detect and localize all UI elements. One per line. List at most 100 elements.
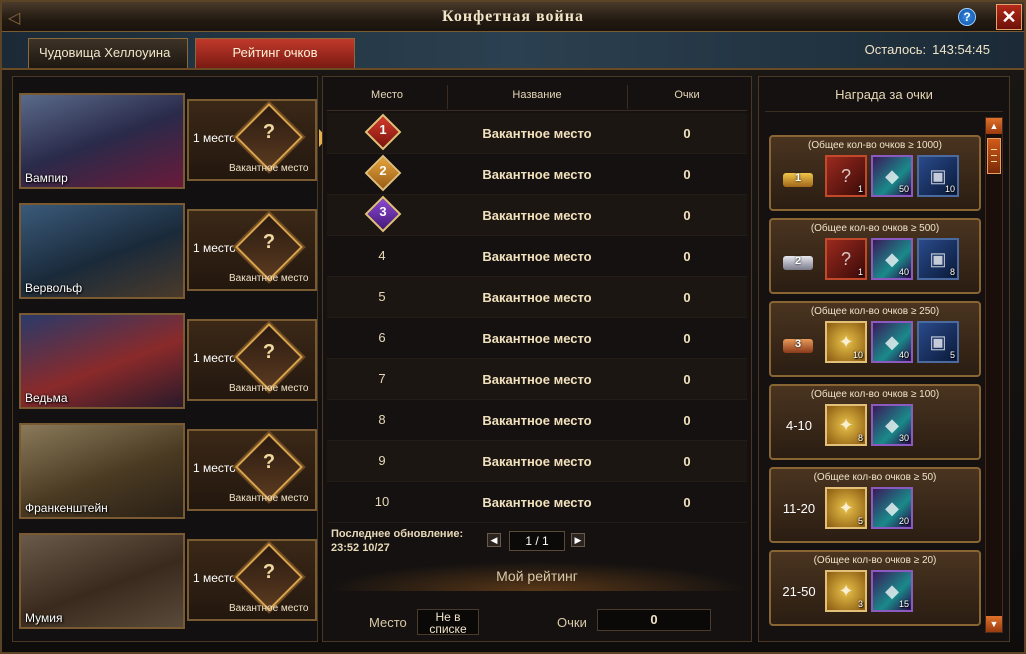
first-place-slot: 1 место ? Вакантное место	[187, 99, 317, 181]
rank-number: 1	[379, 122, 387, 137]
item-qty: 3	[857, 599, 863, 609]
scroll-up-button[interactable]: ▲	[986, 118, 1002, 134]
rank-number: 8	[378, 412, 386, 427]
reward-tier: (Общее кол-во очков ≥ 250) 3 ✦ 10 ◆ 40 ▣ 5	[769, 301, 981, 377]
crystal-icon[interactable]: ◆ 15	[871, 570, 913, 612]
bronze-crown-icon: 3	[783, 333, 813, 353]
prev-page-button[interactable]: ◀	[487, 533, 501, 547]
reward-items: ? 1 ◆ 50 ▣ 10	[825, 155, 985, 199]
table-row[interactable]: 8 Вакантное место 0	[327, 400, 747, 441]
monster-portrait: Вампир	[19, 93, 185, 189]
scroll-icon[interactable]: ? 1	[825, 238, 867, 280]
table-row[interactable]: 4 Вакантное место 0	[327, 236, 747, 277]
tab-monsters[interactable]: Чудовища Хеллоуина	[28, 38, 209, 68]
gold-orb-icon[interactable]: ✦ 5	[825, 487, 867, 529]
item-qty: 5	[949, 350, 955, 360]
column-header-score: Очки	[674, 89, 700, 101]
monster-portrait: Вервольф	[19, 203, 185, 299]
vacant-label: Вакантное место	[229, 383, 309, 394]
reward-condition: (Общее кол-во очков ≥ 100)	[810, 389, 940, 400]
item-qty: 15	[898, 599, 909, 609]
row-score: 0	[683, 249, 691, 264]
reward-items: ✦ 5 ◆ 20	[825, 487, 985, 531]
table-row[interactable]: 2 Вакантное место 0	[327, 154, 747, 195]
item-qty: 5	[857, 516, 863, 526]
rank-range: 21-50	[782, 584, 816, 599]
row-score: 0	[683, 495, 691, 510]
table-row[interactable]: 10 Вакантное место 0	[327, 482, 747, 523]
my-rating-title: Мой рейтинг	[323, 561, 751, 591]
my-place-label: Место	[369, 615, 407, 630]
table-row[interactable]: 5 Вакантное место 0	[327, 277, 747, 318]
scroll-thumb[interactable]	[987, 138, 1001, 174]
crown-rank: 1	[794, 172, 802, 184]
silver-crown-icon: 2	[783, 250, 813, 270]
gold-orb-icon[interactable]: ✦ 8	[825, 404, 867, 446]
rewards-title: Награда за очки	[835, 87, 933, 102]
row-score: 0	[683, 208, 691, 223]
next-page-button[interactable]: ▶	[571, 533, 585, 547]
crystal-icon[interactable]: ◆ 40	[871, 321, 913, 363]
my-place-value: Не в списке	[417, 609, 479, 635]
table-row[interactable]: 9 Вакантное место 0	[327, 441, 747, 482]
monster-portrait: Франкенштейн	[19, 423, 185, 519]
monster-name: Мумия	[25, 611, 63, 625]
item-qty: 8	[857, 433, 863, 443]
last-update: Последнее обновление: 23:52 10/27	[331, 527, 463, 555]
rank-number: 5	[378, 289, 386, 304]
reward-tier: (Общее кол-во очков ≥ 20) 21-50 ✦ 3 ◆ 15	[769, 550, 981, 626]
crystal-icon[interactable]: ◆ 20	[871, 487, 913, 529]
monster-card-vampire[interactable]: Вампир 1 место ? Вакантное место	[19, 91, 317, 189]
question-mark-icon: ?	[262, 561, 276, 583]
place-label: 1 место	[193, 461, 236, 475]
help-button[interactable]: ?	[958, 8, 976, 26]
table-row[interactable]: 7 Вакантное место 0	[327, 359, 747, 400]
row-name: Вакантное место	[482, 290, 592, 305]
monster-card-frankenstein[interactable]: Франкенштейн 1 место ? Вакантное место	[19, 421, 317, 519]
table-row[interactable]: 6 Вакантное место 0	[327, 318, 747, 359]
row-name: Вакантное место	[482, 249, 592, 264]
tab-rating[interactable]: Рейтинг очков	[195, 38, 355, 68]
scroll-icon[interactable]: ? 1	[825, 155, 867, 197]
monster-name: Ведьма	[25, 391, 68, 405]
gold-orb-icon[interactable]: ✦ 10	[825, 321, 867, 363]
row-name: Вакантное место	[482, 413, 592, 428]
item-qty: 20	[898, 516, 909, 526]
rewards-scrollbar[interactable]: ▲ ▼	[985, 117, 1003, 633]
item-qty: 10	[852, 350, 863, 360]
table-row[interactable]: 3 Вакантное место 0	[327, 195, 747, 236]
chest-icon[interactable]: ▣ 8	[917, 238, 959, 280]
monster-card-werewolf[interactable]: Вервольф 1 место ? Вакантное место	[19, 201, 317, 299]
table-header: Место Название Очки	[327, 81, 747, 111]
chest-icon[interactable]: ▣ 5	[917, 321, 959, 363]
monster-card-mummy[interactable]: Мумия 1 место ? Вакантное место	[19, 531, 317, 629]
reward-condition: (Общее кол-во очков ≥ 500)	[810, 223, 940, 234]
gold-orb-icon[interactable]: ✦ 3	[825, 570, 867, 612]
first-place-slot: 1 место ? Вакантное место	[187, 539, 317, 621]
table-row[interactable]: 1 Вакантное место 0	[327, 113, 747, 154]
row-score: 0	[683, 290, 691, 305]
crystal-icon[interactable]: ◆ 50	[871, 155, 913, 197]
my-score-label: Очки	[557, 615, 587, 630]
monster-list: Вампир 1 место ? Вакантное место Верволь…	[12, 76, 327, 642]
first-place-slot: 1 место ? Вакантное место	[187, 319, 317, 401]
rank-number: 10	[374, 494, 390, 509]
chest-icon[interactable]: ▣ 10	[917, 155, 959, 197]
row-name: Вакантное место	[482, 331, 592, 346]
item-qty: 8	[949, 267, 955, 277]
page-indicator: 1 / 1	[509, 531, 565, 551]
row-name: Вакантное место	[482, 454, 592, 469]
time-remaining-value: 143:54:45	[932, 42, 990, 57]
close-button[interactable]: ✕	[996, 4, 1022, 30]
crystal-icon[interactable]: ◆ 30	[871, 404, 913, 446]
crystal-icon[interactable]: ◆ 40	[871, 238, 913, 280]
vacant-label: Вакантное место	[229, 163, 309, 174]
scroll-down-button[interactable]: ▼	[986, 616, 1002, 632]
reward-condition: (Общее кол-во очков ≥ 250)	[810, 306, 940, 317]
tab-rating-label: Рейтинг очков	[232, 45, 318, 60]
rank-number: 7	[378, 371, 386, 386]
vacant-label: Вакантное место	[229, 603, 309, 614]
monster-card-witch[interactable]: Ведьма 1 место ? Вакантное место	[19, 311, 317, 409]
place-label: 1 место	[193, 351, 236, 365]
reward-items: ✦ 8 ◆ 30	[825, 404, 985, 448]
